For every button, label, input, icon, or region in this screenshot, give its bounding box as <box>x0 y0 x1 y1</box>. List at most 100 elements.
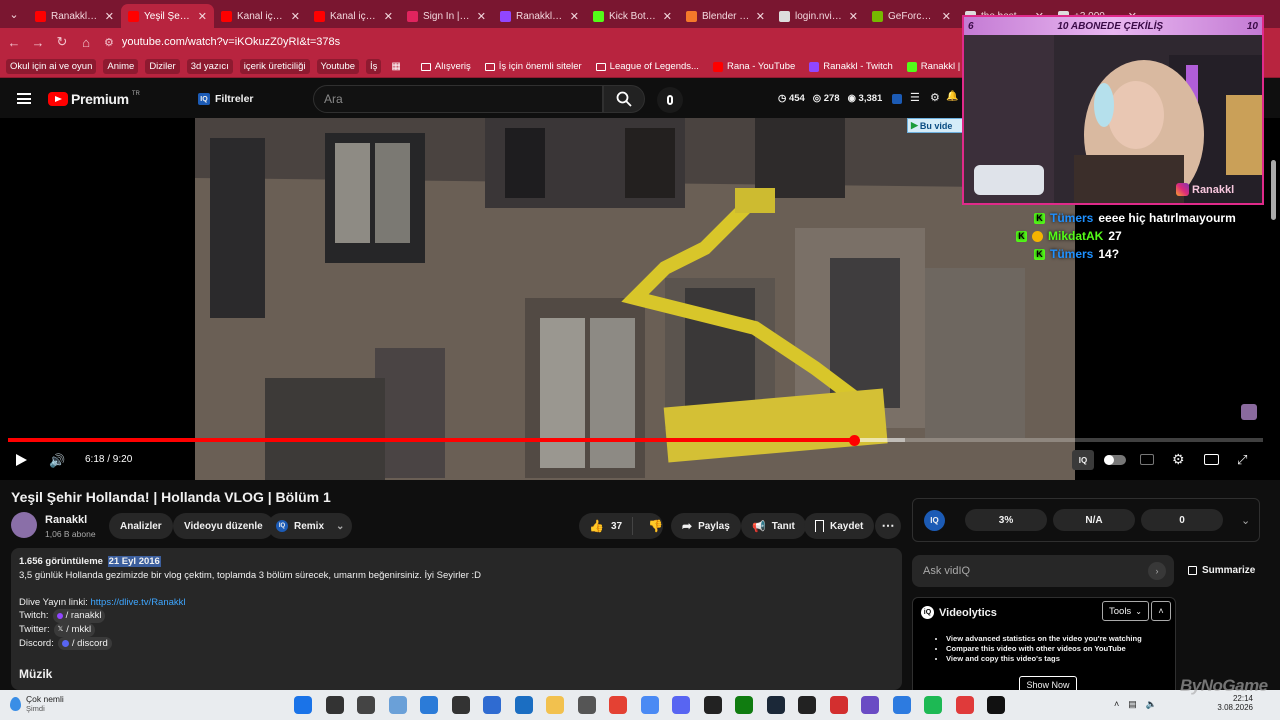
site-info-icon[interactable]: ⚙ <box>104 36 114 49</box>
chrome-alt-icon[interactable] <box>640 696 659 714</box>
tab-8[interactable]: login.nvidia. ✕ <box>772 4 865 28</box>
close-icon[interactable]: ✕ <box>384 10 393 23</box>
like-button[interactable]: 👍 37 <box>579 517 634 535</box>
subtitles-icon[interactable] <box>1140 454 1154 465</box>
widgets-icon[interactable] <box>388 696 407 714</box>
bookmark-item[interactable]: Rana - YouTube <box>712 61 795 72</box>
tab-0[interactable]: Ranakkl - Yo ✕ <box>28 4 121 28</box>
clock[interactable]: 22:14 3.08.2026 <box>1213 694 1253 712</box>
ask-vidiq-input[interactable]: Ask vidIQ › <box>912 555 1174 587</box>
vidiq-header-icon[interactable] <box>892 94 902 104</box>
apps-grid-icon[interactable]: ▦ <box>391 61 400 72</box>
tab-6[interactable]: Kick Bot Pen ✕ <box>586 4 679 28</box>
collapse-button[interactable]: ˄ <box>1151 601 1171 621</box>
ask-send-icon[interactable]: › <box>1148 562 1166 580</box>
app-cube-icon[interactable] <box>451 696 470 714</box>
settings-gear-icon[interactable]: ⚙ <box>1172 451 1185 468</box>
windows-start-icon[interactable] <box>294 696 312 714</box>
promote-button[interactable]: 📢 Tanıt <box>741 513 806 539</box>
taskbar-search-icon[interactable] <box>325 696 344 714</box>
app-blue-icon[interactable] <box>892 696 911 714</box>
volume-icon[interactable]: 🔊 <box>49 453 65 469</box>
youtube-logo[interactable]: Premium TR <box>48 91 140 107</box>
bookmark-item[interactable]: Alışveriş <box>420 61 471 72</box>
back-icon[interactable]: ← <box>2 35 26 50</box>
menu-icon[interactable] <box>17 93 31 104</box>
settings-app-icon[interactable] <box>577 696 596 714</box>
bookmark-chip[interactable]: Okul için ai ve oyun <box>6 59 97 74</box>
tab-5[interactable]: Ranakkl - Vi ✕ <box>493 4 586 28</box>
app-red-icon[interactable] <box>829 696 848 714</box>
more-actions-button[interactable]: ⋯ <box>875 513 901 539</box>
bookmark-item[interactable]: League of Legends... <box>595 61 699 72</box>
bookmark-item[interactable]: Ranakkl - Twitch <box>809 61 893 72</box>
bookmark-chip[interactable]: 3d yazıcı <box>186 59 233 74</box>
channel-avatar[interactable] <box>11 512 37 538</box>
close-icon[interactable]: ✕ <box>291 10 300 23</box>
notification-icon[interactable]: 🔔 <box>946 91 958 102</box>
steam-icon[interactable] <box>766 696 785 714</box>
edge-icon[interactable] <box>420 696 438 714</box>
tab-9[interactable]: GeForce Ödü ✕ <box>865 4 958 28</box>
page-scrollbar[interactable] <box>1271 160 1276 220</box>
voice-search-icon[interactable] <box>657 87 683 113</box>
analytics-button[interactable]: Analizler <box>109 513 173 539</box>
search-input[interactable]: Ara <box>313 85 603 113</box>
close-icon[interactable]: ✕ <box>477 10 486 23</box>
url-field[interactable]: youtube.com/watch?v=iKOkuzZ0yRI&t=378s <box>122 36 340 48</box>
tab-2[interactable]: Kanal içeriği ✕ <box>214 4 307 28</box>
close-icon[interactable]: ✕ <box>663 10 672 23</box>
share-button[interactable]: ➦ Paylaş <box>671 513 741 539</box>
description-box[interactable]: 1.656 görüntüleme 21 Eyl 2016 3,5 günlük… <box>11 548 902 690</box>
network-icon[interactable]: ▤ <box>1128 699 1137 710</box>
search-button[interactable] <box>603 85 645 113</box>
app-purple-icon[interactable] <box>861 696 879 714</box>
video-frame[interactable] <box>195 118 1075 480</box>
task-view-icon[interactable] <box>357 696 375 714</box>
close-icon[interactable]: ✕ <box>942 10 951 23</box>
obs-icon[interactable] <box>987 696 1005 714</box>
tray-chevron-icon[interactable]: ˄ <box>1114 699 1119 710</box>
bookmark-chip[interactable]: Youtube <box>316 59 360 74</box>
github-icon[interactable] <box>703 696 722 714</box>
bookmark-chip[interactable]: İş <box>366 59 382 74</box>
file-explorer-icon[interactable] <box>546 696 564 714</box>
tab-4[interactable]: Sign In | Tub ✕ <box>400 4 493 28</box>
bookmark-chip[interactable]: Diziler <box>145 59 180 74</box>
store-icon[interactable] <box>483 696 501 714</box>
xbox-icon[interactable] <box>735 696 753 714</box>
discord-link[interactable]: / discord <box>57 636 112 651</box>
scrubber-handle[interactable] <box>848 435 860 446</box>
settings-icon[interactable]: ⚙ <box>930 91 940 104</box>
bookmark-chip[interactable]: içerik üreticiliği <box>239 59 310 74</box>
remix-button[interactable]: IQ Remix ⌄ <box>268 513 353 539</box>
play-button[interactable] <box>16 454 27 466</box>
spotify-icon[interactable] <box>924 696 942 714</box>
weather-widget[interactable]: Çok nemli Şimdi <box>10 694 64 713</box>
tab-3[interactable]: Kanal içeriği ✕ <box>307 4 400 28</box>
tools-dropdown[interactable]: Tools ⌄ <box>1102 601 1149 621</box>
bookmark-item[interactable]: İş için önemli siteler <box>484 61 582 72</box>
theater-mode-icon[interactable] <box>1204 454 1219 465</box>
speaker-icon[interactable]: 🔈 <box>1146 699 1157 710</box>
twitter-link[interactable]: 𝕏 / mkkl <box>53 622 96 637</box>
game-icon[interactable] <box>955 696 974 714</box>
tab-1[interactable]: Yeşil Şehir H ✕ <box>121 4 214 28</box>
tab-7[interactable]: Blender 5.1 ✕ <box>679 4 772 28</box>
channel-name[interactable]: Ranakkl <box>45 514 87 526</box>
close-icon[interactable]: ✕ <box>849 10 858 23</box>
epic-games-icon[interactable] <box>798 696 816 714</box>
close-icon[interactable]: ✕ <box>105 10 114 23</box>
home-icon[interactable]: ⌂ <box>74 35 98 50</box>
vidiq-player-icon[interactable]: IQ <box>1072 450 1094 470</box>
twitch-link[interactable]: / ranakkl <box>52 609 106 623</box>
summarize-button[interactable]: Summarize <box>1188 565 1255 576</box>
dlive-link[interactable]: https://dlive.tv/Ranakkl <box>90 597 185 608</box>
discord-app-icon[interactable] <box>672 696 690 714</box>
forward-icon[interactable]: → <box>26 35 50 50</box>
mail-icon[interactable] <box>514 696 533 714</box>
tab-search-chevron[interactable]: ⌄ <box>0 8 28 21</box>
save-button[interactable]: Kaydet <box>804 513 875 539</box>
edit-video-button[interactable]: Videoyu düzenle <box>173 513 274 539</box>
close-icon[interactable]: ✕ <box>198 10 207 23</box>
